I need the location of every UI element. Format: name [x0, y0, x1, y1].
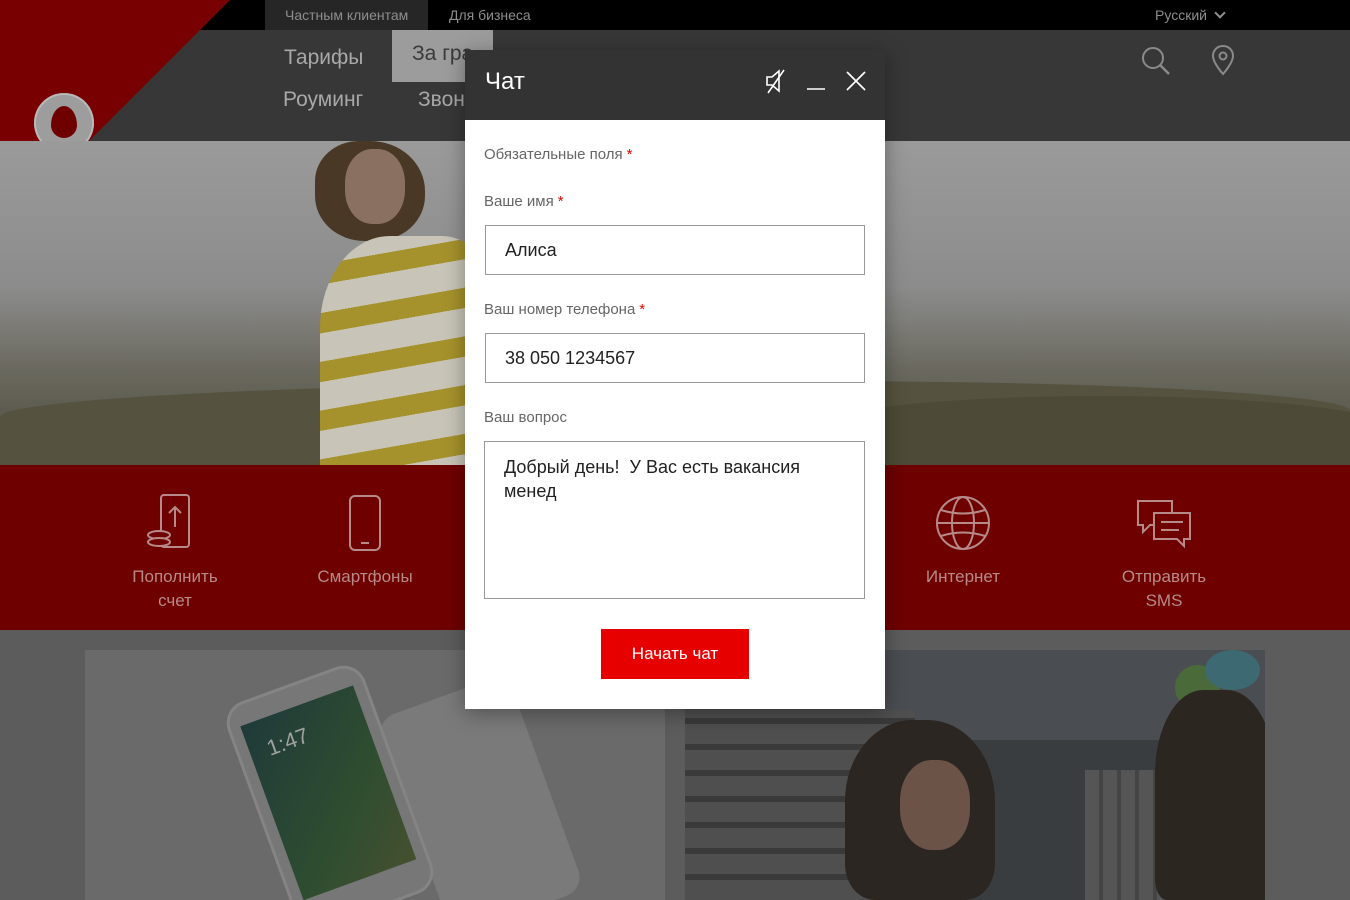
name-label-text: Ваше имя [484, 193, 554, 210]
chat-title: Чат [485, 68, 525, 95]
service-smartphones-label: Смартфоны [317, 567, 413, 586]
start-chat-button[interactable]: Начать чат [601, 629, 749, 679]
chat-form: Обязательные поля* Ваше имя* Ваш номер т… [465, 120, 885, 709]
phone-label: Ваш номер телефона * [484, 301, 645, 318]
globe-icon [936, 496, 990, 550]
close-icon[interactable] [842, 67, 870, 95]
tab-private-clients[interactable]: Частным клиентам [265, 0, 429, 30]
search-icon[interactable] [1140, 45, 1172, 77]
service-internet[interactable]: Интернет [888, 493, 1038, 589]
required-asterisk: * [557, 193, 564, 210]
required-fields-text: Обязательные поля [484, 146, 623, 163]
service-send-sms-label: Отправить SMS [1121, 567, 1207, 610]
question-textarea[interactable]: Добрый день! У Вас есть вакансия менед [484, 441, 865, 599]
nav-item-tariffs[interactable]: Тарифы [284, 46, 363, 70]
required-fields-note: Обязательные поля * [484, 146, 632, 163]
smartphone-icon [349, 495, 381, 551]
phone-label-text: Ваш номер телефона [484, 301, 636, 318]
sms-icon [1137, 500, 1191, 549]
nav-item-calls[interactable]: Звон [418, 88, 465, 112]
chevron-down-icon [1214, 7, 1226, 19]
tab-business[interactable]: Для бизнеса [429, 0, 551, 30]
nav-item-roaming[interactable]: Роуминг [283, 88, 363, 112]
question-label: Ваш вопрос [484, 409, 567, 426]
required-asterisk: * [626, 146, 633, 163]
name-label: Ваше имя * [484, 193, 564, 210]
language-label: Русский [1155, 7, 1207, 23]
language-selector[interactable]: Русский [1155, 0, 1226, 30]
chat-header: Чат [465, 50, 885, 120]
required-asterisk: * [639, 301, 646, 318]
top-up-icon [147, 494, 190, 548]
service-top-up-label: Пополнить счет [132, 567, 218, 610]
name-input[interactable] [485, 225, 865, 275]
sound-off-icon[interactable] [762, 67, 790, 95]
location-pin-icon[interactable] [1211, 44, 1235, 76]
phone-input[interactable] [485, 333, 865, 383]
minimize-icon[interactable] [802, 67, 830, 95]
service-top-up[interactable]: Пополнить счет [100, 493, 250, 613]
chat-dialog: Чат Обязательные поля* Ваше имя* Ваш ном… [465, 50, 885, 709]
service-internet-label: Интернет [925, 567, 1001, 586]
service-send-sms[interactable]: Отправить SMS [1089, 493, 1239, 613]
service-smartphones[interactable]: Смартфоны [290, 493, 440, 589]
